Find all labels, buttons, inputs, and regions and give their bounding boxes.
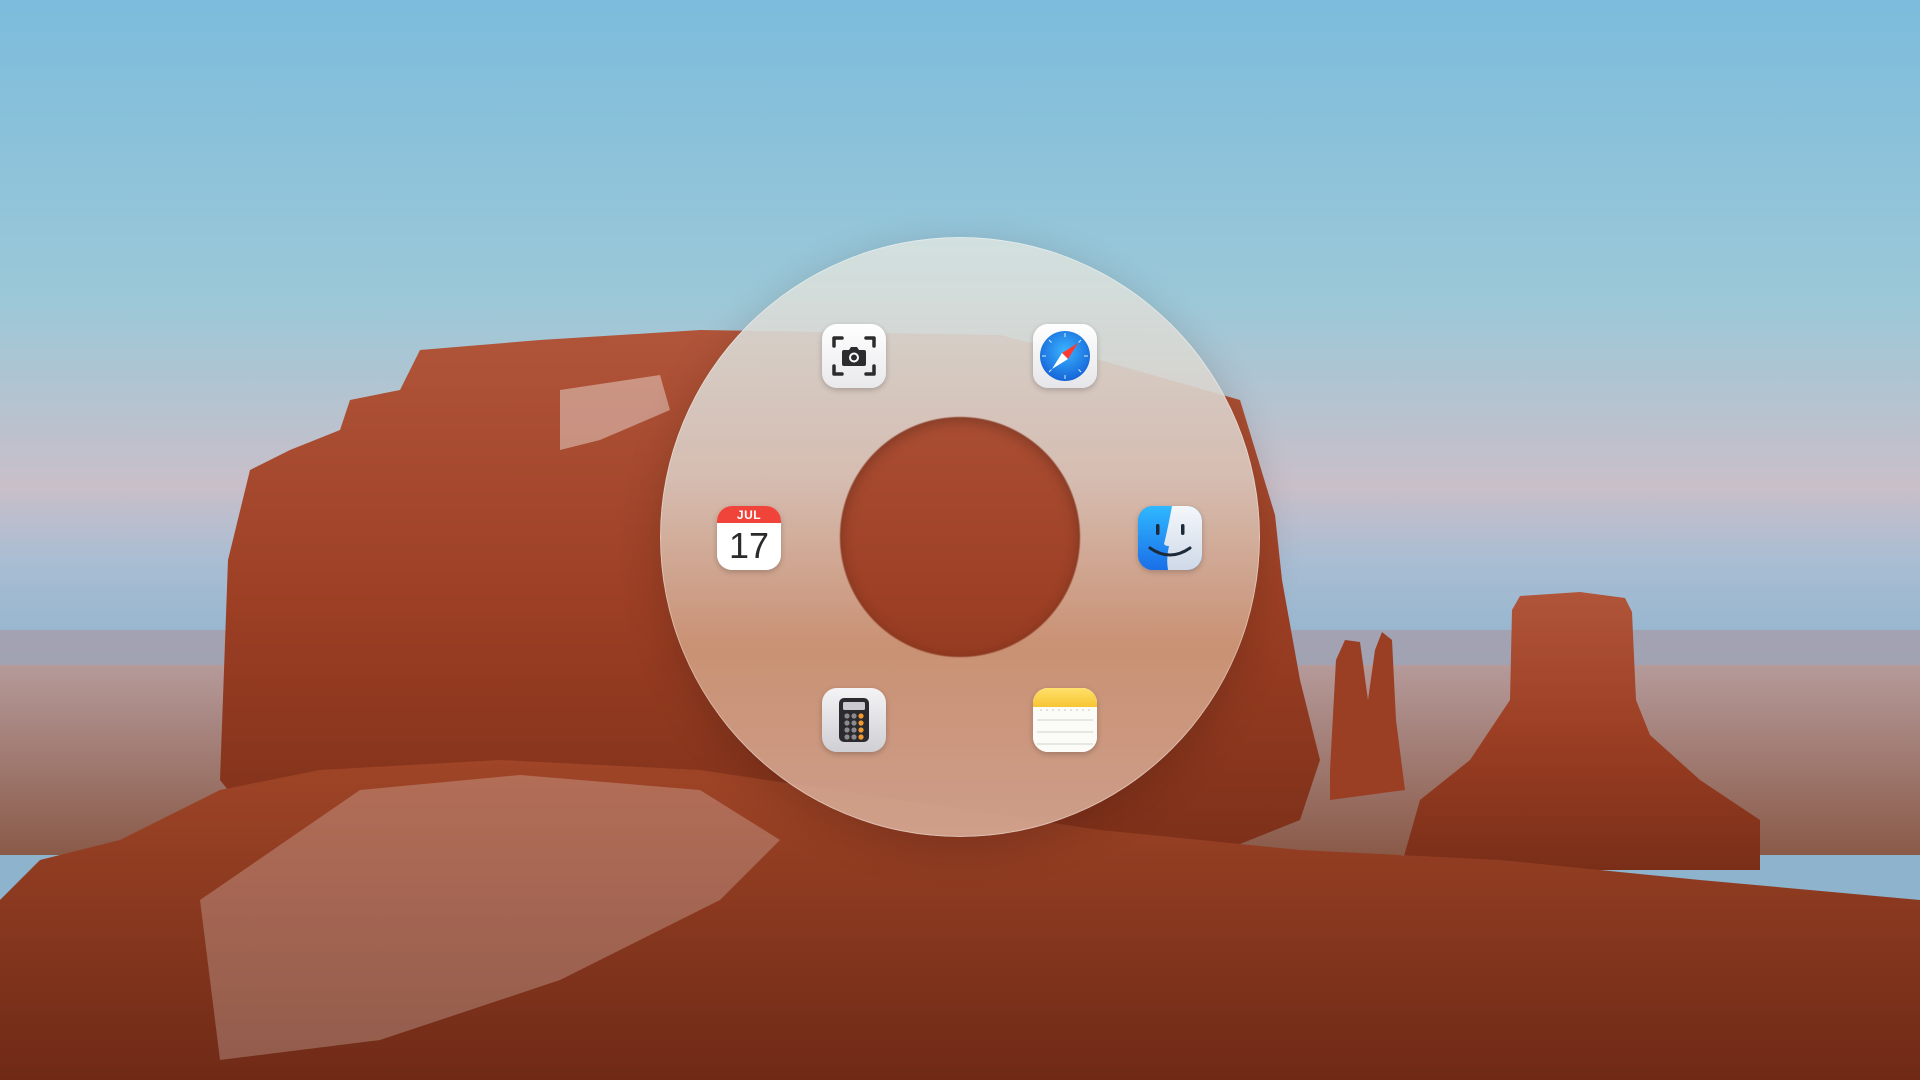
safari-compass-icon (1040, 331, 1090, 381)
safari-app-button[interactable] (1033, 324, 1097, 388)
calculator-icon (839, 698, 869, 742)
screenshot-app-button[interactable] (822, 324, 886, 388)
calculator-app-button[interactable] (822, 688, 886, 752)
notes-app-button[interactable] (1033, 688, 1097, 752)
finder-face-icon (1138, 506, 1202, 570)
notes-icon (1033, 688, 1097, 752)
finder-app-button[interactable] (1138, 506, 1202, 570)
screenshot-icon (832, 336, 876, 376)
calendar-app-button[interactable]: JUL 17 (717, 506, 781, 570)
calendar-day: 17 (728, 525, 770, 566)
calendar-month: JUL (717, 506, 781, 523)
